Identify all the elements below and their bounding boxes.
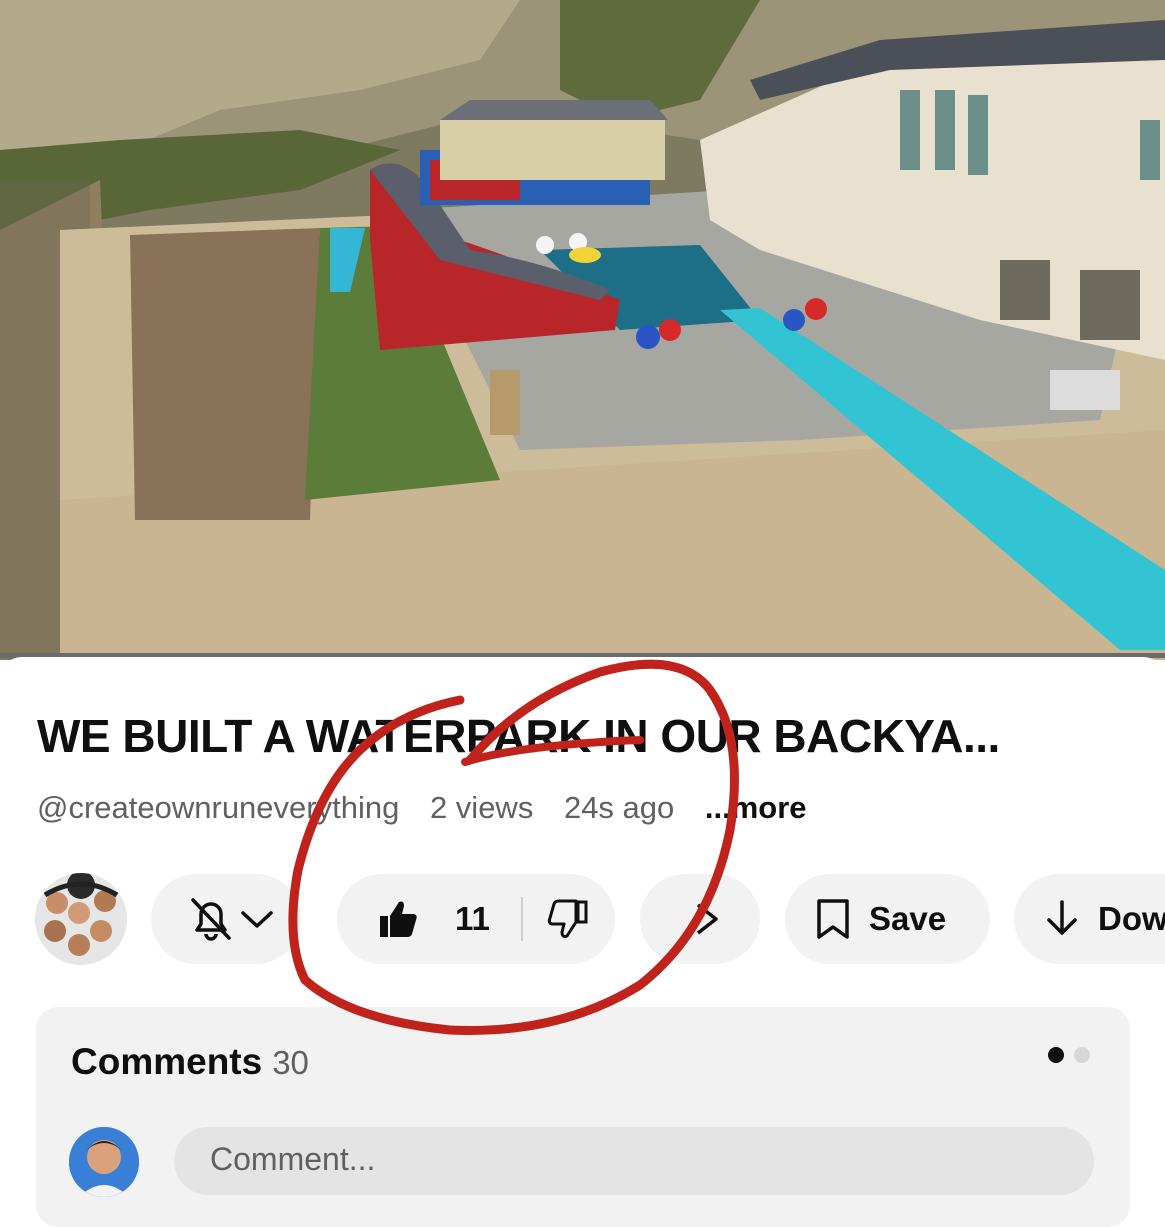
comments-title: Comments bbox=[71, 1041, 263, 1082]
upload-age: 24s ago bbox=[563, 790, 675, 825]
comment-input[interactable]: Comment... bbox=[174, 1127, 1094, 1195]
download-label: Dow bbox=[1098, 900, 1165, 937]
carousel-dot bbox=[1074, 1047, 1090, 1063]
user-photo-image bbox=[69, 1127, 139, 1197]
share-icon bbox=[696, 903, 718, 935]
comments-heading: Comments 30 bbox=[71, 1041, 309, 1083]
thumbs-up-icon[interactable] bbox=[377, 898, 419, 940]
action-bar: 11 Save Dow bbox=[0, 873, 1165, 965]
view-count: 2 views bbox=[429, 790, 534, 825]
channel-avatar[interactable] bbox=[35, 873, 127, 965]
more-link[interactable]: ...more bbox=[705, 790, 807, 825]
user-avatar bbox=[69, 1127, 139, 1197]
video-meta-row[interactable]: @createownruneverything 2 views 24s ago … bbox=[37, 790, 829, 826]
comments-count: 30 bbox=[272, 1044, 309, 1081]
subscribe-notifications-button[interactable] bbox=[151, 874, 301, 964]
save-label: Save bbox=[869, 900, 947, 937]
group-photo-image bbox=[35, 873, 127, 965]
share-button[interactable] bbox=[640, 874, 760, 964]
save-button[interactable]: Save bbox=[785, 874, 990, 964]
like-dislike-group: 11 bbox=[337, 874, 615, 964]
carousel-indicator bbox=[1048, 1047, 1090, 1063]
video-details-sheet: WE BUILT A WATERPARK IN OUR BACKYA... @c… bbox=[0, 657, 1165, 1227]
download-icon bbox=[1047, 900, 1077, 935]
channel-handle[interactable]: @createownruneverything bbox=[37, 790, 399, 825]
download-button[interactable]: Dow bbox=[1014, 874, 1165, 964]
comments-card[interactable]: Comments 30 Comment... bbox=[36, 1007, 1130, 1227]
bell-off-icon bbox=[191, 898, 231, 941]
like-count: 11 bbox=[455, 900, 490, 937]
video-title[interactable]: WE BUILT A WATERPARK IN OUR BACKYA... bbox=[37, 709, 1137, 763]
thumbs-down-icon[interactable] bbox=[547, 898, 589, 940]
video-player[interactable] bbox=[0, 0, 1165, 660]
chevron-down-icon bbox=[241, 911, 273, 928]
carousel-dot-active bbox=[1048, 1047, 1064, 1063]
like-divider bbox=[521, 897, 523, 941]
video-frame-image bbox=[0, 0, 1165, 660]
bookmark-icon bbox=[817, 899, 849, 939]
